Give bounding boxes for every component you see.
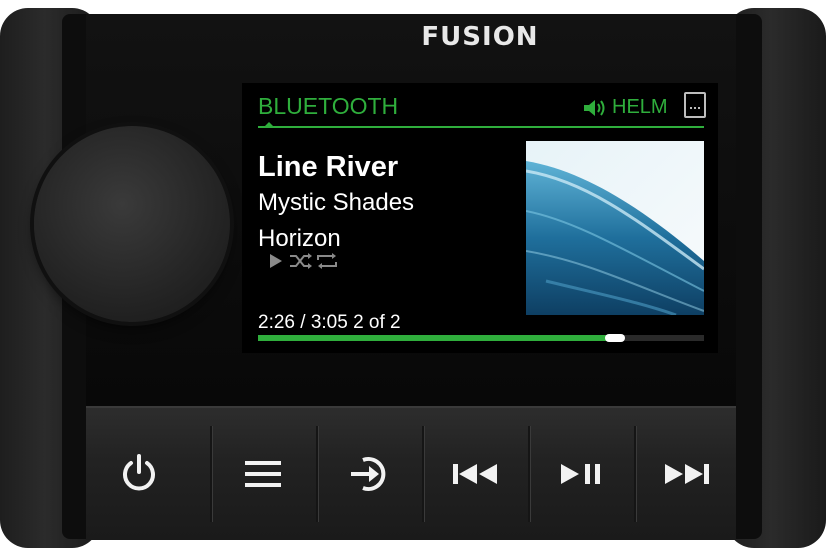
button-bar [86,406,736,540]
play-pause-button[interactable] [528,408,634,540]
source-button[interactable] [316,408,422,540]
next-track-button[interactable] [634,408,740,540]
song-title: Line River [258,151,399,183]
volume-knob[interactable] [34,126,230,322]
ocean-wave-image [526,141,704,315]
album-name: Horizon [258,225,341,252]
sd-card-icon [684,92,706,118]
progress-fill [258,335,615,341]
progress-bar[interactable] [258,334,704,342]
source-label: BLUETOOTH [258,93,399,119]
zone-label: HELM [612,96,668,118]
header-indicator [264,122,274,127]
play-icon [270,254,282,268]
menu-icon [245,461,281,487]
play-pause-icon [561,464,600,484]
speaker-icon [584,100,605,116]
skip-forward-icon [665,464,709,484]
stereo-device: FUSION BLUETOOTH HELM Line River Mystic … [0,0,826,551]
playback-mode-icons [270,253,337,269]
previous-track-button[interactable] [422,408,528,540]
display-screen: BLUETOOTH HELM Line River Mystic Shades … [242,83,718,353]
brand-logo: FUSION [421,22,539,52]
skip-back-icon [453,464,497,484]
power-button[interactable] [86,408,192,540]
menu-button[interactable] [210,408,316,540]
repeat-icon [317,253,337,269]
artist-name: Mystic Shades [258,189,415,216]
album-art [526,141,704,315]
progress-thumb[interactable] [604,334,625,342]
source-input-icon [351,457,386,491]
power-icon [123,454,155,491]
header-divider [258,126,704,128]
shuffle-icon [290,253,312,269]
time-and-track-readout: 2:26 / 3:05 2 of 2 [258,312,401,333]
